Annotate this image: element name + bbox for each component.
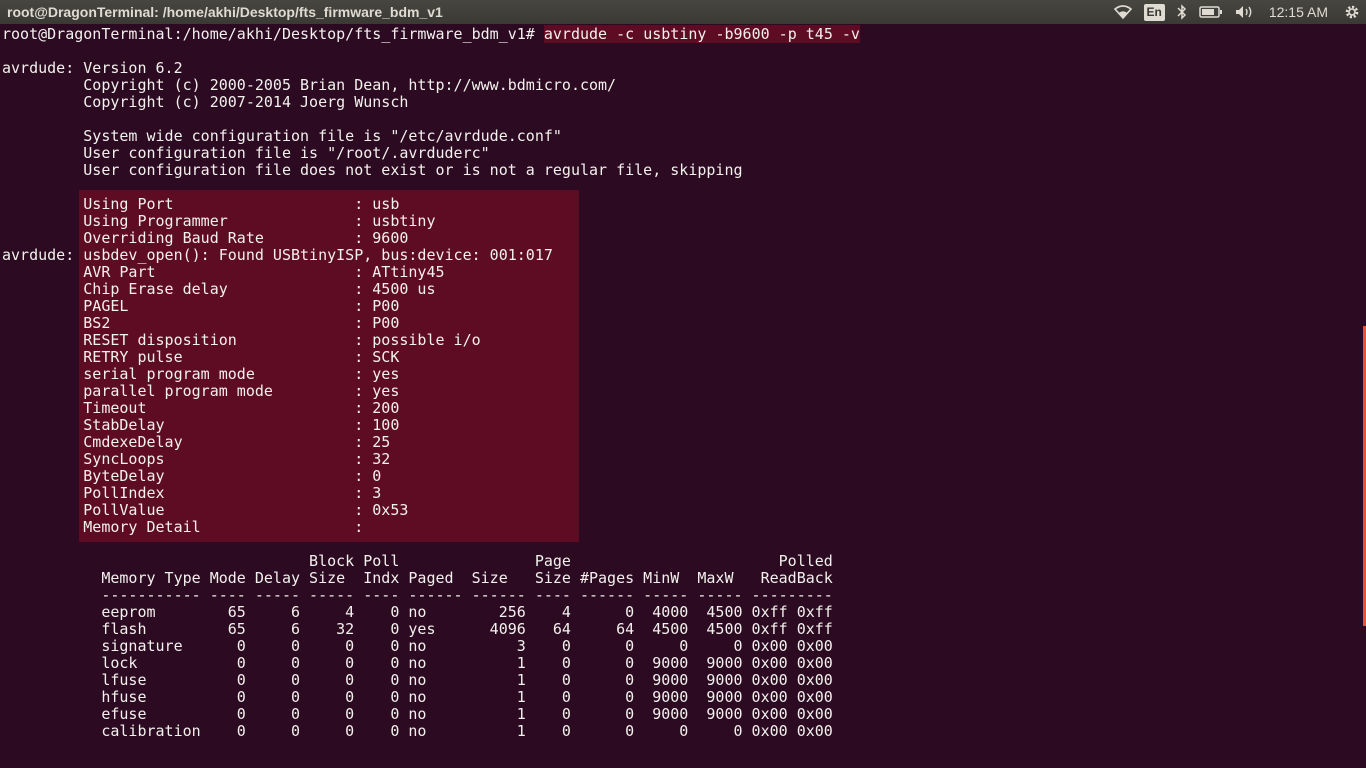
volume-icon[interactable] bbox=[1235, 0, 1255, 24]
language-label: En bbox=[1143, 3, 1165, 21]
terminal-line: Timeout : 200 bbox=[2, 399, 400, 417]
terminal-line: Overriding Baud Rate : 9600 bbox=[2, 229, 409, 247]
terminal-line: Copyright (c) 2000-2005 Brian Dean, http… bbox=[2, 76, 617, 94]
terminal-line: RETRY pulse : SCK bbox=[2, 348, 400, 366]
terminal-line: serial program mode : yes bbox=[2, 365, 400, 383]
terminal-line: PollValue : 0x53 bbox=[2, 501, 409, 519]
terminal-line: Chip Erase delay : 4500 us bbox=[2, 280, 436, 298]
wifi-icon[interactable] bbox=[1113, 0, 1132, 24]
terminal-line: Using Programmer : usbtiny bbox=[2, 212, 436, 230]
terminal-line: eeprom 65 6 4 0 no 256 4 0 4000 4500 0xf… bbox=[2, 603, 833, 621]
terminal-line: PAGEL : P00 bbox=[2, 297, 400, 315]
top-panel: root@DragonTerminal: /home/akhi/Desktop/… bbox=[0, 0, 1366, 24]
terminal-line: parallel program mode : yes bbox=[2, 382, 400, 400]
terminal-line: ----------- ---- ----- ----- ---- ------… bbox=[2, 586, 833, 604]
language-indicator[interactable]: En bbox=[1143, 0, 1165, 24]
terminal-line: lfuse 0 0 0 0 no 1 0 0 9000 9000 0x00 0x… bbox=[2, 671, 833, 689]
battery-icon[interactable] bbox=[1199, 0, 1223, 24]
terminal-line: RESET disposition : possible i/o bbox=[2, 331, 481, 349]
gear-icon[interactable] bbox=[1344, 0, 1360, 24]
terminal-line: CmdexeDelay : 25 bbox=[2, 433, 391, 451]
terminal-line: Block Poll Page Polled bbox=[2, 552, 833, 570]
terminal-line: Memory Detail : bbox=[2, 518, 364, 536]
terminal-line: StabDelay : 100 bbox=[2, 416, 400, 434]
terminal-line: hfuse 0 0 0 0 no 1 0 0 9000 9000 0x00 0x… bbox=[2, 688, 833, 706]
terminal-line: efuse 0 0 0 0 no 1 0 0 9000 9000 0x00 0x… bbox=[2, 705, 833, 723]
prompt-line: root@DragonTerminal:/home/akhi/Desktop/f… bbox=[2, 25, 860, 43]
terminal-line: AVR Part : ATtiny45 bbox=[2, 263, 445, 281]
terminal-line: lock 0 0 0 0 no 1 0 0 9000 9000 0x00 0x0… bbox=[2, 654, 833, 672]
terminal-line: User configuration file is "/root/.avrdu… bbox=[2, 144, 490, 162]
window-title: root@DragonTerminal: /home/akhi/Desktop/… bbox=[7, 4, 443, 20]
terminal-line: System wide configuration file is "/etc/… bbox=[2, 127, 562, 145]
terminal-line: Using Port : usb bbox=[2, 195, 400, 213]
terminal-line: Copyright (c) 2007-2014 Joerg Wunsch bbox=[2, 93, 409, 111]
terminal-line: avrdude: Version 6.2 bbox=[2, 59, 183, 77]
terminal-line: calibration 0 0 0 0 no 1 0 0 0 0 0x00 0x… bbox=[2, 722, 833, 740]
terminal-line: PollIndex : 3 bbox=[2, 484, 382, 502]
terminal-line: ByteDelay : 0 bbox=[2, 467, 382, 485]
terminal-line: BS2 : P00 bbox=[2, 314, 400, 332]
terminal-line: Memory Type Mode Delay Size Indx Paged S… bbox=[2, 569, 833, 587]
terminal-output[interactable]: root@DragonTerminal:/home/akhi/Desktop/f… bbox=[0, 24, 1366, 768]
shell-prompt: root@DragonTerminal:/home/akhi/Desktop/f… bbox=[2, 25, 544, 43]
command-text: avrdude -c usbtiny -b9600 -p t45 -v bbox=[543, 25, 860, 43]
terminal-line: flash 65 6 32 0 yes 4096 64 64 4500 4500… bbox=[2, 620, 833, 638]
clock[interactable]: 12:15 AM bbox=[1269, 0, 1328, 24]
terminal-line: avrdude: usbdev_open(): Found USBtinyISP… bbox=[2, 246, 553, 264]
terminal-line: User configuration file does not exist o… bbox=[2, 161, 743, 179]
system-tray: En 12:15 AM bbox=[1108, 0, 1366, 24]
terminal-line: SyncLoops : 32 bbox=[2, 450, 391, 468]
terminal-line: signature 0 0 0 0 no 3 0 0 0 0 0x00 0x00 bbox=[2, 637, 833, 655]
bluetooth-icon[interactable] bbox=[1177, 0, 1187, 24]
